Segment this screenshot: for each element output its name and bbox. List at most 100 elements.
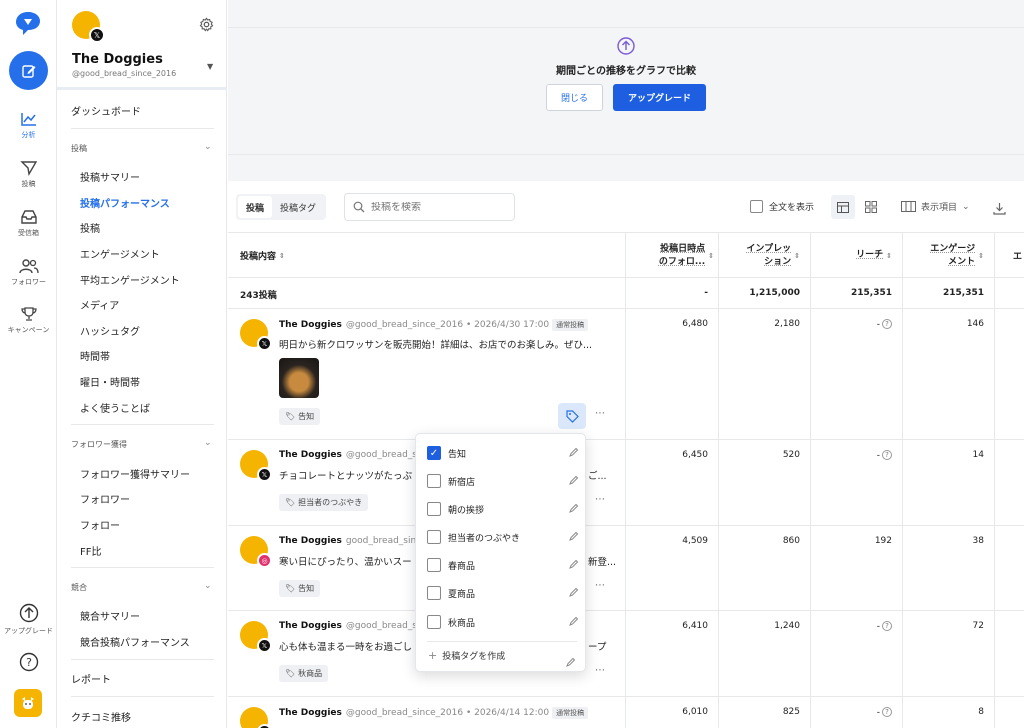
tab-posts[interactable]: 投稿 (238, 196, 273, 218)
table-row[interactable]: 𝕏 The Doggies@good_bread_since_2016 • 20… (228, 309, 1024, 440)
pencil-icon[interactable] (569, 475, 579, 488)
account-avatar[interactable]: 𝕏 (72, 11, 105, 43)
sidebar-item-media[interactable]: メディア (80, 297, 119, 312)
tag-checkbox-checked[interactable]: ✓ (427, 446, 441, 460)
upgrade-button[interactable]: アップグレード (613, 84, 706, 111)
sidebar-item-post-performance[interactable]: 投稿パフォーマンス (80, 195, 170, 210)
search-field[interactable] (344, 193, 515, 221)
help-icon[interactable]: ? (882, 319, 892, 329)
tag-checkbox[interactable] (427, 530, 441, 544)
post-text[interactable]: チョコレートとナッツがたっぷ (279, 468, 412, 482)
sort-icon[interactable]: ⇕ (279, 252, 285, 260)
pencil-icon[interactable] (569, 447, 579, 460)
pencil-icon[interactable] (569, 559, 579, 572)
tag-option[interactable]: 担当者のつぶやき (427, 527, 579, 547)
col-followers-header[interactable]: 投稿日時点 のフォロ... ⇕ (631, 233, 718, 278)
col-engagement-header[interactable]: エンゲージ メント ⇕ (902, 233, 994, 278)
tag-option[interactable]: ✓ 告知 (427, 443, 579, 463)
grid-view-button[interactable] (859, 195, 883, 219)
tag-option[interactable]: 朝の挨拶 (427, 499, 579, 519)
more-icon[interactable]: ⋯ (595, 580, 605, 591)
sidebar-item-frequent-words[interactable]: よく使うことば (80, 400, 150, 415)
sidebar-item-post-summary[interactable]: 投稿サマリー (80, 169, 140, 184)
post-text[interactable]: 心も体も温まる一時をお過ごし (279, 639, 412, 653)
table-row[interactable]: 𝕏 The Doggies @good_bread_since 心も体も温まる一時… (228, 611, 1024, 697)
rail-followers[interactable]: フォロワー (0, 258, 57, 287)
tag-option[interactable]: 秋商品 (427, 612, 579, 632)
rail-posts[interactable]: 投稿 (0, 160, 57, 189)
sidebar-item-day-time[interactable]: 曜日・時間帯 (80, 374, 140, 389)
download-icon[interactable] (993, 200, 1006, 219)
post-text[interactable]: 寒い日にぴったり、温かいスー (279, 554, 412, 568)
tag-option[interactable]: 新宿店 (427, 471, 579, 491)
tag-checkbox[interactable] (427, 615, 441, 629)
gear-icon[interactable] (199, 17, 214, 36)
rail-analytics[interactable]: 分析 (0, 111, 57, 140)
columns-button[interactable]: 表示項目 ⌄ (901, 200, 970, 213)
help-icon[interactable]: ? (882, 450, 892, 460)
tag-checkbox[interactable] (427, 586, 441, 600)
rail-campaign[interactable]: キャンペーン (0, 306, 57, 335)
caret-down-icon[interactable]: ▼ (207, 62, 213, 71)
chevron-up-icon[interactable]: ⌄ (204, 142, 212, 152)
sidebar-item-engagement[interactable]: エンゲージメント (80, 246, 160, 261)
edit-tags-button[interactable] (558, 403, 586, 429)
sort-icon[interactable]: ⇕ (978, 252, 984, 260)
sidebar-section-competitors[interactable]: 競合 (71, 582, 87, 593)
sidebar-item-followers[interactable]: フォロワー (80, 491, 130, 506)
tag-checkbox[interactable] (427, 474, 441, 488)
chevron-up-icon[interactable]: ⌄ (204, 438, 212, 448)
sort-icon[interactable]: ⇕ (886, 252, 892, 260)
pencil-icon[interactable] (566, 652, 576, 671)
sidebar-item-report[interactable]: レポート (71, 671, 111, 686)
post-image[interactable] (279, 358, 319, 398)
table-row[interactable]: 𝕏 The Doggies @good_bread_since チョコレートとナッ… (228, 440, 1024, 526)
close-button[interactable]: 閉じる (546, 84, 603, 111)
col-content-header[interactable]: 投稿内容 ⇕ (240, 233, 285, 278)
account-name[interactable]: The Doggies (72, 52, 163, 67)
table-view-button[interactable] (831, 195, 855, 219)
more-icon[interactable]: ⋯ (595, 665, 605, 676)
compose-button[interactable] (9, 51, 48, 90)
pencil-icon[interactable] (569, 616, 579, 629)
sidebar-item-posts[interactable]: 投稿 (80, 220, 100, 235)
pencil-icon[interactable] (569, 531, 579, 544)
fulltext-checkbox[interactable] (750, 200, 763, 213)
pencil-icon[interactable] (569, 587, 579, 600)
table-row[interactable]: 𝕏 The Doggies@good_bread_since_2016 • 20… (228, 697, 1024, 728)
sidebar-section-followers[interactable]: フォロワー獲得 (71, 439, 127, 450)
sort-icon[interactable]: ⇕ (794, 252, 800, 260)
fulltext-toggle[interactable]: 全文を表示 (750, 200, 814, 213)
sidebar-item-avg-engagement[interactable]: 平均エンゲージメント (80, 272, 180, 287)
tag-checkbox[interactable] (427, 558, 441, 572)
col-extra-header[interactable]: エ (1013, 233, 1022, 278)
help-button[interactable]: ? (0, 652, 57, 672)
tab-post-tags[interactable]: 投稿タグ (272, 196, 324, 218)
tag-checkbox[interactable] (427, 502, 441, 516)
help-icon[interactable]: ? (882, 621, 892, 631)
more-icon[interactable]: ⋯ (595, 408, 605, 419)
sidebar-item-dashboard[interactable]: ダッシュボード (71, 103, 141, 118)
chevron-up-icon[interactable]: ⌄ (204, 581, 212, 591)
tag-option[interactable]: 春商品 (427, 555, 579, 575)
sidebar-item-follower-summary[interactable]: フォロワー獲得サマリー (80, 466, 190, 481)
sidebar-item-competitor-summary[interactable]: 競合サマリー (80, 608, 140, 623)
sidebar-item-competitor-performance[interactable]: 競合投稿パフォーマンス (80, 634, 190, 649)
user-avatar[interactable] (14, 689, 42, 717)
table-row[interactable]: ◎ The Doggies good_bread_since 寒い日にぴったり、温… (228, 526, 1024, 611)
rail-inbox[interactable]: 受信箱 (0, 209, 57, 238)
sidebar-item-following[interactable]: フォロー (80, 517, 120, 532)
sidebar-item-ff-ratio[interactable]: FF比 (80, 543, 102, 558)
rail-upgrade[interactable]: アップグレード (0, 603, 57, 636)
more-icon[interactable]: ⋯ (595, 494, 605, 505)
sort-icon[interactable]: ⇕ (708, 252, 714, 260)
sidebar-item-hashtags[interactable]: ハッシュタグ (80, 323, 140, 338)
col-reach-header[interactable]: リーチ ⇕ (810, 233, 902, 278)
sidebar-item-reviews[interactable]: クチコミ推移 (71, 709, 131, 724)
sidebar-item-time-slot[interactable]: 時間帯 (80, 348, 110, 363)
pencil-icon[interactable] (569, 503, 579, 516)
col-impressions-header[interactable]: インプレッ ション ⇕ (718, 233, 810, 278)
sidebar-section-posts[interactable]: 投稿 (71, 143, 87, 154)
tag-option[interactable]: 夏商品 (427, 583, 579, 603)
post-text[interactable]: 明日から新クロワッサンを販売開始！詳細は、お店でのお楽しみ。ぜひ... (279, 337, 592, 351)
